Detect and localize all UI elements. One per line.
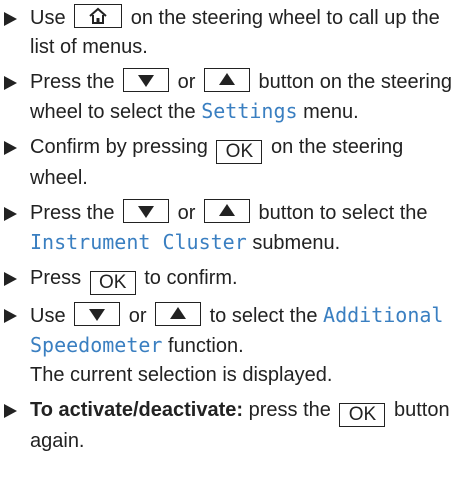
home-button bbox=[74, 4, 123, 28]
triangle-up-icon bbox=[218, 73, 235, 85]
step-item: Use on the steering wheel to call up the… bbox=[2, 4, 456, 62]
triangle-up-icon bbox=[218, 204, 235, 216]
step-text: or bbox=[177, 71, 196, 93]
step-text: function. bbox=[168, 335, 244, 357]
step-item: Press the or button on the steering whee… bbox=[2, 68, 456, 127]
step-text: Use bbox=[30, 7, 66, 29]
bullet-arrow-icon bbox=[4, 272, 17, 286]
triangle-down-icon bbox=[138, 206, 155, 218]
home-icon bbox=[89, 7, 107, 24]
step-bold-label: To activate/deactivate: bbox=[30, 399, 244, 421]
ok-button: OK bbox=[89, 271, 136, 295]
step-note: The current selection is displayed. bbox=[30, 364, 333, 386]
step-text: menu. bbox=[303, 101, 359, 123]
up-button bbox=[203, 68, 250, 92]
triangle-down-icon bbox=[89, 309, 106, 321]
down-button bbox=[123, 68, 170, 92]
bullet-arrow-icon bbox=[4, 404, 17, 418]
bullet-arrow-icon bbox=[4, 12, 17, 26]
step-text: or bbox=[177, 202, 196, 224]
step-text: submenu. bbox=[252, 232, 341, 254]
step-text: or bbox=[128, 305, 147, 327]
step-text: to confirm. bbox=[144, 267, 238, 289]
step-text: Use bbox=[30, 305, 66, 327]
up-button bbox=[203, 199, 250, 223]
triangle-down-icon bbox=[138, 75, 155, 87]
ok-button: OK bbox=[339, 403, 386, 427]
step-text: Press the bbox=[30, 71, 115, 93]
menu-name: Instrument Cluster bbox=[30, 230, 247, 254]
triangle-up-icon bbox=[170, 307, 187, 319]
step-item: Confirm by pressing OK on the steering w… bbox=[2, 133, 456, 193]
bullet-arrow-icon bbox=[4, 207, 17, 221]
instruction-document: Use on the steering wheel to call up the… bbox=[0, 0, 464, 490]
menu-name: Settings bbox=[201, 99, 298, 123]
step-text: Confirm by pressing bbox=[30, 136, 208, 158]
down-button bbox=[74, 302, 121, 326]
step-text: button to select the bbox=[258, 202, 428, 224]
ok-button: OK bbox=[216, 140, 263, 164]
step-item: To activate/deactivate: press the OK but… bbox=[2, 396, 456, 456]
bullet-arrow-icon bbox=[4, 309, 17, 323]
step-item: Press the or button to select the Instru… bbox=[2, 199, 456, 258]
down-button bbox=[123, 199, 170, 223]
step-text: to select the bbox=[209, 305, 318, 327]
step-item: Press OK to confirm. bbox=[2, 264, 456, 295]
step-text: Press the bbox=[30, 202, 115, 224]
step-item: Use or to select the Additional Speedome… bbox=[2, 301, 456, 390]
step-text: press the bbox=[248, 399, 331, 421]
up-button bbox=[155, 302, 202, 326]
bullet-arrow-icon bbox=[4, 141, 17, 155]
bullet-arrow-icon bbox=[4, 76, 17, 90]
step-text: Press bbox=[30, 267, 82, 289]
